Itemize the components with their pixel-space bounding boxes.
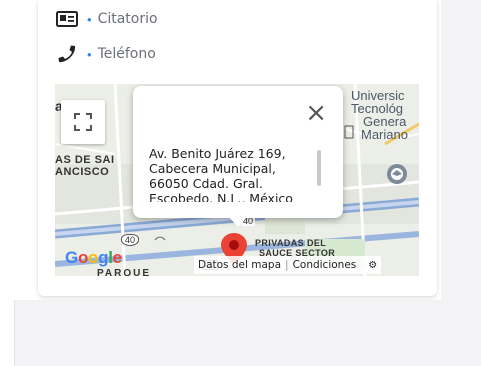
popup-tail xyxy=(229,217,247,227)
divider xyxy=(14,300,15,366)
phone-icon xyxy=(55,44,79,64)
map-data-link[interactable]: Datos del mapa xyxy=(198,259,281,271)
popup-scrollbar[interactable] xyxy=(317,150,321,186)
contact-label: Teléfono xyxy=(97,46,156,62)
contact-label: Citatorio xyxy=(97,11,158,27)
bullet-dot: • xyxy=(87,11,92,27)
page-background xyxy=(0,300,441,366)
attribution-separator: | xyxy=(285,259,289,271)
map-label: PRIVADAS DEL xyxy=(255,238,327,248)
fullscreen-button[interactable] xyxy=(61,100,105,144)
contact-citatorio[interactable]: • Citatorio xyxy=(55,8,158,30)
map-label: ANCISCO xyxy=(55,166,110,178)
popup-address: Av. Benito Juárez 169, Cabecera Municipa… xyxy=(149,146,293,202)
google-logo[interactable]: Google xyxy=(65,248,122,268)
report-icon[interactable]: ⚙ xyxy=(368,260,377,271)
terms-link[interactable]: Condiciones xyxy=(293,259,357,271)
close-icon[interactable]: × xyxy=(305,100,327,126)
fullscreen-icon xyxy=(74,113,92,131)
map-label: PARQUE xyxy=(97,268,152,276)
map-label: AS DE SAI xyxy=(55,154,115,166)
bullet-dot: • xyxy=(87,46,92,62)
map-attribution: Datos del mapa | Condiciones ⚙ xyxy=(194,256,382,274)
left-gutter xyxy=(0,0,14,366)
id-card-icon xyxy=(55,9,79,29)
contact-telefono[interactable]: • Teléfono xyxy=(55,43,156,65)
map-embed[interactable]: al AS DE SAI ANCISCO Universic Tecnológ … xyxy=(55,84,419,276)
map-label: Mariano xyxy=(361,127,408,142)
contact-card: • Citatorio • Teléfono AS DE SAI ANCISCO… xyxy=(38,0,437,296)
road-shield: 40 xyxy=(121,234,140,246)
info-window: × Av. Benito Juárez 169, Cabecera Munici… xyxy=(133,86,343,227)
right-panel xyxy=(441,0,481,366)
